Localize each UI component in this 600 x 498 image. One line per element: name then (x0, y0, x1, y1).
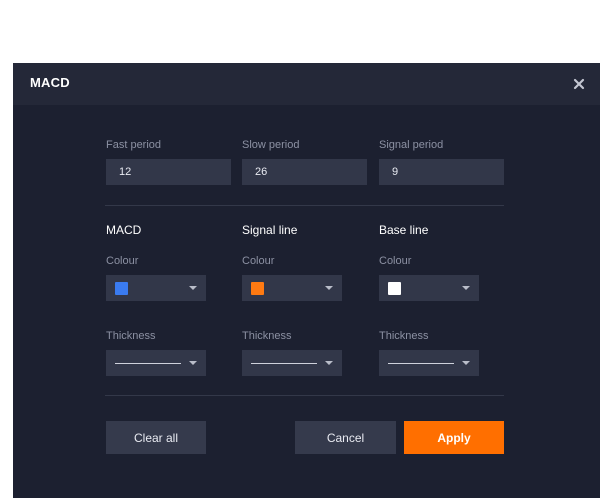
macd-thickness-label: Thickness (106, 330, 156, 342)
thickness-line-sample (251, 363, 317, 364)
macd-colour-swatch (115, 282, 128, 295)
slow-period-label: Slow period (242, 139, 300, 151)
thickness-line-sample (115, 363, 181, 364)
signal-thickness-select[interactable] (242, 350, 342, 376)
macd-settings-dialog: MACD Fast period Slow period Signal peri… (13, 63, 600, 498)
slow-period-input[interactable] (242, 159, 367, 185)
signal-thickness-label: Thickness (242, 330, 292, 342)
apply-button[interactable]: Apply (404, 421, 504, 454)
chevron-down-icon (462, 286, 470, 290)
chevron-down-icon (325, 286, 333, 290)
macd-line-title: MACD (106, 223, 142, 237)
base-colour-select[interactable] (379, 275, 479, 301)
divider-bottom (105, 395, 504, 396)
divider-top (105, 205, 504, 206)
signal-colour-swatch (251, 282, 264, 295)
base-thickness-select[interactable] (379, 350, 479, 376)
signal-colour-label: Colour (242, 255, 275, 267)
macd-colour-select[interactable] (106, 275, 206, 301)
chevron-down-icon (189, 361, 197, 365)
chevron-down-icon (462, 361, 470, 365)
cancel-button[interactable]: Cancel (295, 421, 396, 454)
clear-all-button[interactable]: Clear all (106, 421, 206, 454)
signal-period-label: Signal period (379, 139, 444, 151)
close-icon[interactable] (571, 76, 587, 92)
fast-period-label: Fast period (106, 139, 162, 151)
signal-colour-select[interactable] (242, 275, 342, 301)
base-colour-swatch (388, 282, 401, 295)
macd-thickness-select[interactable] (106, 350, 206, 376)
signal-line-title: Signal line (242, 223, 298, 237)
fast-period-input[interactable] (106, 159, 231, 185)
base-colour-label: Colour (379, 255, 412, 267)
base-line-title: Base line (379, 223, 429, 237)
thickness-line-sample (388, 363, 454, 364)
chevron-down-icon (325, 361, 333, 365)
base-thickness-label: Thickness (379, 330, 429, 342)
chevron-down-icon (189, 286, 197, 290)
signal-period-input[interactable] (379, 159, 504, 185)
dialog-title: MACD (30, 75, 70, 90)
dialog-header: MACD (13, 63, 600, 105)
macd-colour-label: Colour (106, 255, 139, 267)
